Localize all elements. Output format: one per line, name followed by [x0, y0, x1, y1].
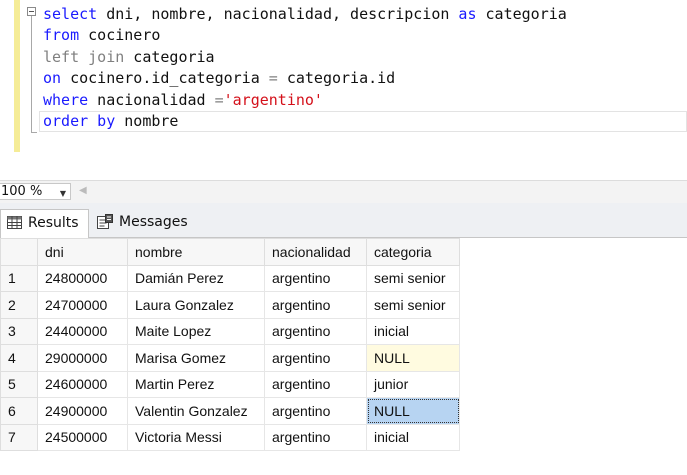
cell-nacionalidad[interactable]: argentino [264, 264, 367, 292]
table-row[interactable]: 2 24700000 Laura Gonzalez argentino semi sen… [0, 291, 460, 319]
code-line[interactable]: select dni, nombre, nacionalidad, descri… [43, 4, 567, 25]
cell-nacionalidad[interactable]: argentino [264, 344, 367, 372]
cell-categoria[interactable]: junior [366, 370, 460, 398]
cell-dni[interactable]: 24600000 [37, 370, 128, 398]
code-line[interactable]: on cocinero.id_categoria = categoria.id [43, 68, 567, 89]
code-line[interactable]: order by nombre [43, 111, 567, 132]
row-number[interactable]: 7 [0, 423, 38, 451]
column-header-nacionalidad[interactable]: nacionalidad [264, 238, 367, 266]
sql-keyword: on [43, 69, 62, 88]
sql-keyword: from [43, 26, 80, 45]
sql-text: cocinero [79, 26, 161, 45]
tab-messages[interactable]: Messages [91, 209, 195, 237]
zoom-bar: 100 % ▼ ◀ [0, 180, 687, 204]
cell-nombre[interactable]: Marisa Gomez [127, 344, 265, 372]
code-line[interactable]: from cocinero [43, 25, 567, 46]
row-number[interactable]: 3 [0, 317, 38, 345]
cell-dni[interactable]: 24500000 [37, 423, 128, 451]
table-row[interactable]: 3 24400000 Maite Lopez argentino inicial [0, 317, 460, 345]
zoom-value: 100 % [1, 184, 43, 199]
change-indicator-bar [14, 0, 20, 152]
row-number[interactable]: 1 [0, 264, 38, 292]
messages-icon [97, 213, 113, 229]
cell-categoria[interactable]: NULL [366, 397, 460, 425]
cell-dni[interactable]: 24800000 [37, 264, 128, 292]
row-number-header[interactable] [0, 238, 38, 266]
row-number[interactable]: 6 [0, 397, 38, 425]
column-header-categoria[interactable]: categoria [366, 238, 460, 266]
grid-body: 1 24800000 Damián Perez argentino semi senio… [0, 264, 460, 451]
zoom-dropdown[interactable]: 100 % ▼ [0, 183, 71, 200]
sql-operator: = [214, 90, 224, 109]
query-editor[interactable]: select dni, nombre, nacionalidad, descri… [0, 0, 687, 180]
cell-nacionalidad[interactable]: argentino [264, 423, 367, 451]
tab-results[interactable]: Results [0, 209, 89, 238]
cell-nombre[interactable]: Maite Lopez [127, 317, 265, 345]
tab-results-label: Results [28, 215, 79, 231]
cell-categoria[interactable]: semi senior [366, 291, 460, 319]
results-grid[interactable]: dni nombre nacionalidad categoria 1 24800… [0, 238, 687, 475]
cell-nombre[interactable]: Victoria Messi [127, 423, 265, 451]
cell-categoria[interactable]: inicial [366, 423, 460, 451]
sql-keyword: select [43, 5, 98, 23]
cell-categoria[interactable]: semi senior [366, 264, 460, 292]
cell-dni[interactable]: 24400000 [37, 317, 128, 345]
sql-code[interactable]: select dni, nombre, nacionalidad, descri… [43, 4, 567, 132]
cell-categoria[interactable]: NULL [366, 344, 460, 372]
cell-categoria[interactable]: inicial [366, 317, 460, 345]
table-row[interactable]: 4 29000000 Marisa Gomez argentino NULL [0, 344, 460, 372]
tab-messages-label: Messages [119, 214, 188, 230]
sql-operator: = [268, 69, 278, 88]
cell-nacionalidad[interactable]: argentino [264, 397, 367, 425]
table-row[interactable]: 6 24900000 Valentin Gonzalez argentino NULL [0, 397, 460, 425]
cell-nacionalidad[interactable]: argentino [264, 291, 367, 319]
sql-text: categoria [476, 5, 567, 23]
column-header-nombre[interactable]: nombre [127, 238, 265, 266]
row-number[interactable]: 2 [0, 291, 38, 319]
sql-keyword: order by [43, 111, 116, 130]
table-row[interactable]: 7 24500000 Victoria Messi argentino inicial [0, 423, 460, 451]
code-line[interactable]: left join categoria [43, 47, 567, 68]
cell-nombre[interactable]: Valentin Gonzalez [127, 397, 265, 425]
sql-text: categoria.id [277, 69, 396, 88]
cell-dni[interactable]: 24700000 [37, 291, 128, 319]
sql-string: 'argentino' [223, 90, 323, 109]
row-number[interactable]: 4 [0, 344, 38, 372]
column-header-dni[interactable]: dni [37, 238, 128, 266]
row-number[interactable]: 5 [0, 370, 38, 398]
sql-text: cocinero.id_categoria [61, 69, 269, 88]
sql-text: nacionalidad [88, 90, 215, 109]
sql-text: nombre [115, 111, 179, 130]
sql-operator: left join [43, 47, 125, 66]
grid-icon [7, 215, 22, 229]
sql-keyword: as [458, 5, 477, 23]
cell-nombre[interactable]: Martin Perez [127, 370, 265, 398]
sql-text: categoria [124, 47, 215, 66]
table-row[interactable]: 5 24600000 Martin Perez argentino junior [0, 370, 460, 398]
cell-nombre[interactable]: Laura Gonzalez [127, 291, 265, 319]
outline-fold-end [31, 132, 37, 133]
dropdown-arrow-icon[interactable]: ▼ [60, 186, 66, 201]
header-row: dni nombre nacionalidad categoria [0, 238, 460, 266]
sql-keyword: where [43, 90, 89, 109]
table-row[interactable]: 1 24800000 Damián Perez argentino semi senio… [0, 264, 460, 292]
collapse-region-icon[interactable] [27, 7, 36, 16]
cell-nacionalidad[interactable]: argentino [264, 317, 367, 345]
cell-dni[interactable]: 24900000 [37, 397, 128, 425]
cell-nombre[interactable]: Damián Perez [127, 264, 265, 292]
results-table: dni nombre nacionalidad categoria 1 24800… [0, 238, 460, 451]
code-line[interactable]: where nacionalidad ='argentino' [43, 90, 567, 111]
scroll-left-icon[interactable]: ◀ [79, 185, 87, 196]
outline-fold-line [31, 16, 32, 133]
cell-dni[interactable]: 29000000 [37, 344, 128, 372]
results-tab-strip: Results Messages [0, 203, 687, 238]
cell-nacionalidad[interactable]: argentino [264, 370, 367, 398]
sql-text: dni, nombre, nacionalidad, descripcion [97, 5, 459, 23]
